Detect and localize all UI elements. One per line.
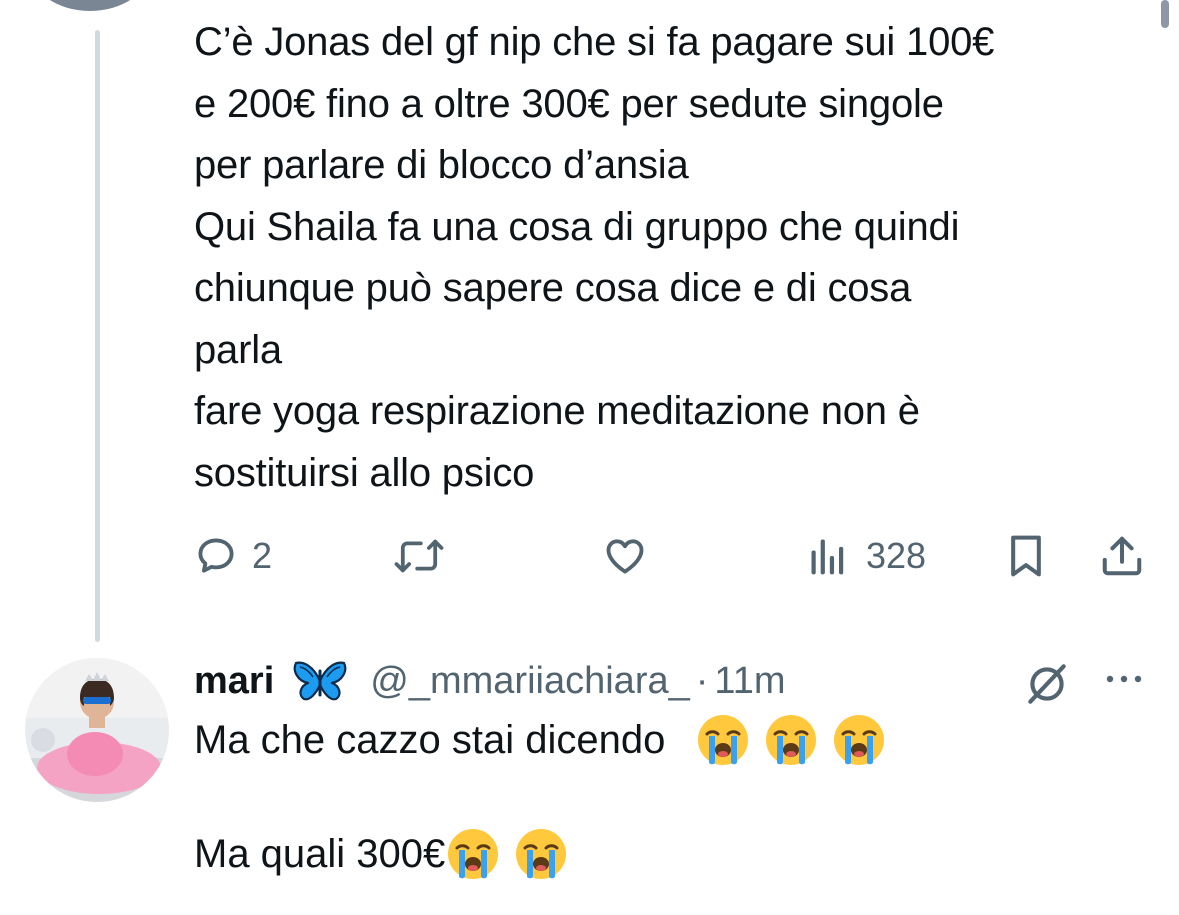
reply-author-handle[interactable]: @_mmariiachiara_ <box>370 660 689 703</box>
loudly-crying-face-icon <box>834 715 885 765</box>
bar-chart-icon <box>811 539 844 575</box>
reply-count: 2 <box>252 535 273 576</box>
tweet-line: chiunque può sapere cosa dice e di cosa <box>194 266 912 310</box>
tweet-line: sostituirsi allo psico <box>194 450 535 495</box>
share-button[interactable] <box>1099 526 1145 586</box>
separator-dot: · <box>695 659 709 702</box>
bookmark-icon <box>1011 535 1041 577</box>
views-button[interactable]: 328 <box>806 526 926 586</box>
grok-button[interactable] <box>1022 659 1072 714</box>
butterfly-emoji-icon <box>293 661 347 701</box>
tweet-line: e 200€ fino a oltre 300€ per sedute sing… <box>194 81 944 126</box>
scrollbar-thumb[interactable] <box>1161 0 1169 28</box>
reply-line-1: Ma che cazzo stai dicendo <box>194 712 887 768</box>
reply-author-name[interactable]: mari <box>194 660 274 703</box>
reply-author-avatar[interactable] <box>25 658 169 802</box>
thread-connector-line <box>95 30 100 642</box>
more-options-button[interactable] <box>1102 669 1146 694</box>
reply-header: mari @_mmariiachiara_ · 11m <box>194 655 786 707</box>
like-button[interactable] <box>602 526 648 586</box>
reply-line-2: Ma quali 300€ <box>194 826 887 882</box>
more-dots-icon <box>1106 675 1142 683</box>
reply-timestamp[interactable]: 11m <box>714 660 785 703</box>
speech-bubble-icon <box>198 538 234 573</box>
reply-body: Ma che cazzo stai dicendo Ma quali 300€ <box>194 712 887 882</box>
grok-icon <box>1028 664 1066 704</box>
views-count: 328 <box>866 535 927 576</box>
loudly-crying-face-icon <box>766 715 817 765</box>
reply-text-line-2: Ma quali 300€ <box>194 832 446 876</box>
tweet-line: fare yoga respirazione meditazione non è <box>194 389 920 433</box>
previous-author-avatar[interactable] <box>30 0 150 11</box>
loudly-crying-face-icon <box>448 829 499 879</box>
retweet-button[interactable] <box>392 526 446 586</box>
loudly-crying-face-icon <box>698 715 749 765</box>
reply-text-line-1: Ma che cazzo stai dicendo <box>194 718 666 762</box>
avatar-photo <box>25 658 169 802</box>
tweet-action-bar: 2 328 <box>194 526 1154 586</box>
retweet-icon <box>394 539 444 573</box>
share-icon <box>1102 536 1142 576</box>
tweet-line: Qui Shaila fa una cosa di gruppo che qui… <box>194 204 960 249</box>
reply-button[interactable]: 2 <box>194 526 272 586</box>
tweet-line: parla <box>194 327 282 372</box>
heart-icon <box>606 539 644 574</box>
tweet-body: C’è Jonas del gf nip che si fa pagare su… <box>194 12 1154 504</box>
bookmark-button[interactable] <box>1004 526 1048 586</box>
loudly-crying-face-icon <box>516 829 567 879</box>
tweet-line: per parlare di blocco d’ansia <box>194 143 689 187</box>
tweet-line: C’è Jonas del gf nip che si fa pagare su… <box>194 20 995 64</box>
